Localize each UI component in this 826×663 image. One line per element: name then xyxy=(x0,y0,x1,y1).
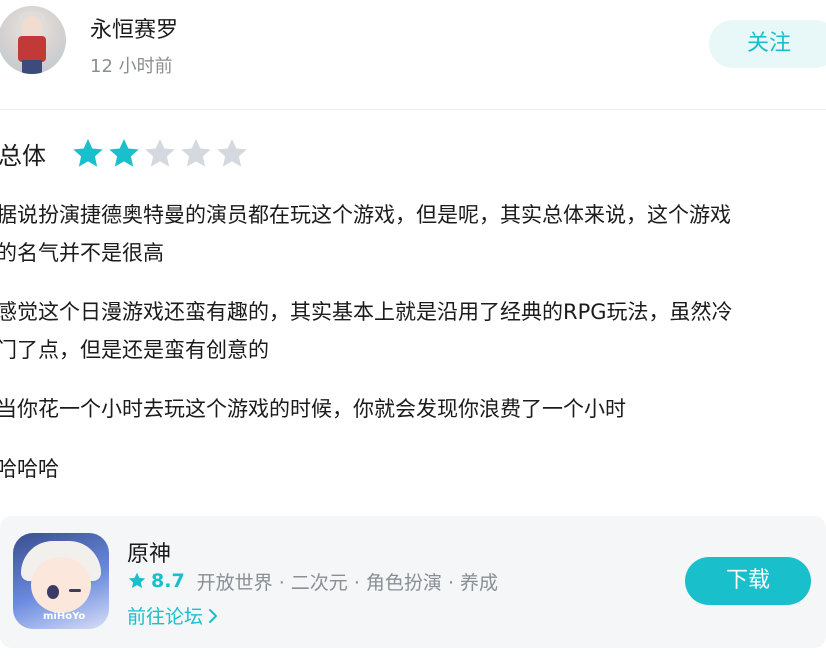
avatar-legs xyxy=(22,60,42,74)
star-filled-icon xyxy=(109,139,139,167)
star-empty-icon xyxy=(181,139,211,167)
forum-link-label: 前往论坛 xyxy=(127,606,204,628)
review-line-4: 门了点，但是还是蛮有创意的 xyxy=(0,338,269,362)
star-icon xyxy=(128,572,146,588)
game-icon-brand: miHoYo xyxy=(43,611,86,622)
game-name[interactable]: 原神 xyxy=(127,536,171,568)
download-button[interactable]: 下载 xyxy=(685,557,811,605)
star-filled-icon xyxy=(73,139,103,167)
game-card[interactable]: miHoYo 原神 8.7 开放世界 · 二次元 · 角色扮演 · 养成 前往论… xyxy=(0,516,826,648)
game-icon-wink xyxy=(69,589,81,592)
review-line-6: 哈哈哈 xyxy=(0,457,59,481)
avatar-body xyxy=(18,36,46,62)
game-score-row: 8.7 开放世界 · 二次元 · 角色扮演 · 养成 xyxy=(127,568,498,594)
chevron-right-icon xyxy=(209,608,218,623)
post-time: 12 小时前 xyxy=(90,56,173,77)
game-icon[interactable]: miHoYo xyxy=(13,533,109,629)
star-rating xyxy=(70,136,250,172)
rating-label: 总体 xyxy=(0,142,46,170)
avatar[interactable] xyxy=(0,6,66,74)
forum-link[interactable]: 前往论坛 xyxy=(127,602,219,629)
username[interactable]: 永恒赛罗 xyxy=(90,12,178,44)
review-line-2: 的名气并不是很高 xyxy=(0,241,164,265)
review-line-5: 当你花一个小时去玩这个游戏的时候，你就会发现你浪费了一个小时 xyxy=(0,397,626,421)
review-header: 永恒赛罗 12 小时前 关注 xyxy=(0,0,826,110)
avatar-head xyxy=(22,16,42,36)
divider xyxy=(0,109,826,110)
follow-button[interactable]: 关注 xyxy=(709,20,826,68)
game-icon-eye xyxy=(47,585,59,599)
star-empty-icon xyxy=(145,139,175,167)
game-score: 8.7 xyxy=(151,570,185,592)
review-line-1: 据说扮演捷德奥特曼的演员都在玩这个游戏，但是呢，其实总体来说，这个游戏 xyxy=(0,203,731,227)
star-empty-icon xyxy=(217,139,247,167)
game-icon-face xyxy=(31,557,91,613)
game-tags: 开放世界 · 二次元 · 角色扮演 · 养成 xyxy=(196,571,499,594)
review-line-3: 感觉这个日漫游戏还蛮有趣的，其实基本上就是沿用了经典的RPG玩法，虽然冷 xyxy=(0,300,733,324)
